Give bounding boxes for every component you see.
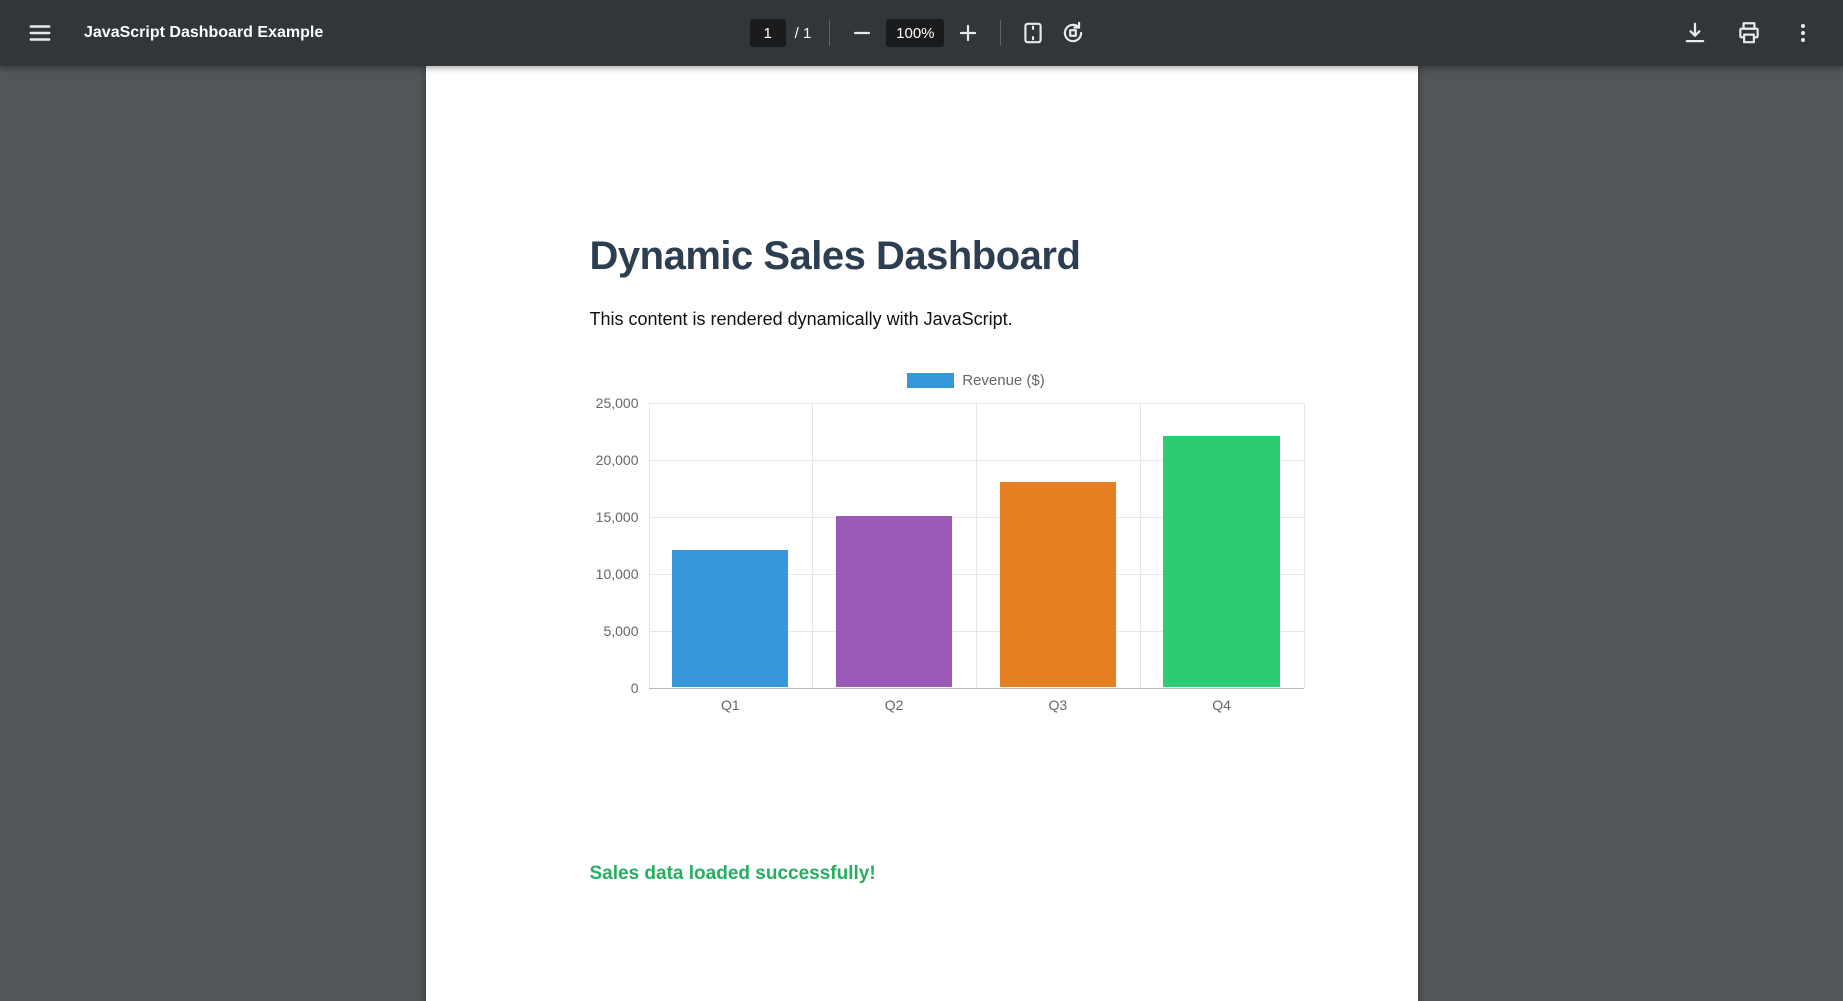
three-dot-menu-icon [1791, 21, 1815, 45]
toolbar-center-group: / 1 100% [750, 13, 1094, 53]
v-gridline [812, 403, 813, 688]
download-icon [1682, 20, 1708, 46]
x-tick-label: Q3 [976, 697, 1140, 713]
page-title: Dynamic Sales Dashboard [590, 234, 1418, 279]
chart-plot [649, 403, 1304, 688]
v-gridline [976, 403, 977, 688]
y-tick-label: 15,000 [596, 509, 639, 525]
pdf-toolbar: JavaScript Dashboard Example / 1 100% [0, 0, 1843, 66]
page-subtitle: This content is rendered dynamically wit… [590, 309, 1418, 330]
zoom-level-field[interactable]: 100% [886, 19, 944, 47]
fit-to-page-button[interactable] [1013, 13, 1053, 53]
chart-ylabels: 05,00010,00015,00020,00025,000 [590, 403, 649, 688]
toolbar-divider [1000, 20, 1001, 46]
legend-swatch [907, 373, 954, 388]
toolbar-divider [829, 20, 830, 46]
v-gridline [649, 403, 650, 688]
document-title: JavaScript Dashboard Example [84, 24, 323, 42]
y-tick-label: 0 [631, 680, 639, 696]
pdf-viewport[interactable]: Dynamic Sales Dashboard This content is … [0, 66, 1843, 1001]
chart-body: 05,00010,00015,00020,00025,000 [590, 403, 1304, 688]
status-message: Sales data loaded successfully! [590, 863, 1418, 885]
rotate-button[interactable] [1053, 13, 1093, 53]
bar-q1 [672, 550, 788, 687]
page-number-input[interactable] [750, 19, 786, 47]
zoom-out-button[interactable] [842, 13, 882, 53]
revenue-bar-chart: Revenue ($) 0 5,000 10,000 15,000 20,000 25,0… [590, 372, 1304, 713]
y-tick-label: 5,000 [603, 623, 638, 639]
more-options-button[interactable] [1783, 13, 1823, 53]
zoom-in-button[interactable] [948, 13, 988, 53]
minus-icon [850, 21, 874, 45]
v-gridline [1140, 403, 1141, 688]
x-tick-label: Q4 [1140, 697, 1304, 713]
chart-xlabels: Q1Q2Q3Q4 [649, 697, 1304, 713]
toolbar-right-group [1093, 13, 1823, 53]
legend-label: Revenue ($) [962, 372, 1045, 389]
h-gridline [649, 688, 1304, 689]
print-icon [1736, 20, 1762, 46]
fit-to-page-icon [1020, 20, 1046, 46]
pdf-page: Dynamic Sales Dashboard This content is … [426, 66, 1418, 1001]
y-tick-label: 25,000 [596, 395, 639, 411]
y-tick-label: 20,000 [596, 452, 639, 468]
bar-q4 [1163, 436, 1279, 687]
plus-icon [956, 21, 980, 45]
download-button[interactable] [1675, 13, 1715, 53]
rotate-counterclockwise-icon [1060, 20, 1086, 46]
bar-q3 [1000, 482, 1116, 687]
print-button[interactable] [1729, 13, 1769, 53]
page-count-label: / 1 [795, 25, 812, 42]
hamburger-menu-icon [27, 20, 53, 46]
chart-legend: Revenue ($) [649, 372, 1304, 389]
v-gridline [1304, 403, 1305, 688]
bar-q2 [836, 516, 952, 687]
x-tick-label: Q1 [649, 697, 813, 713]
toolbar-left-group: JavaScript Dashboard Example [20, 13, 750, 53]
y-tick-label: 10,000 [596, 566, 639, 582]
x-tick-label: Q2 [812, 697, 976, 713]
menu-button[interactable] [20, 13, 60, 53]
